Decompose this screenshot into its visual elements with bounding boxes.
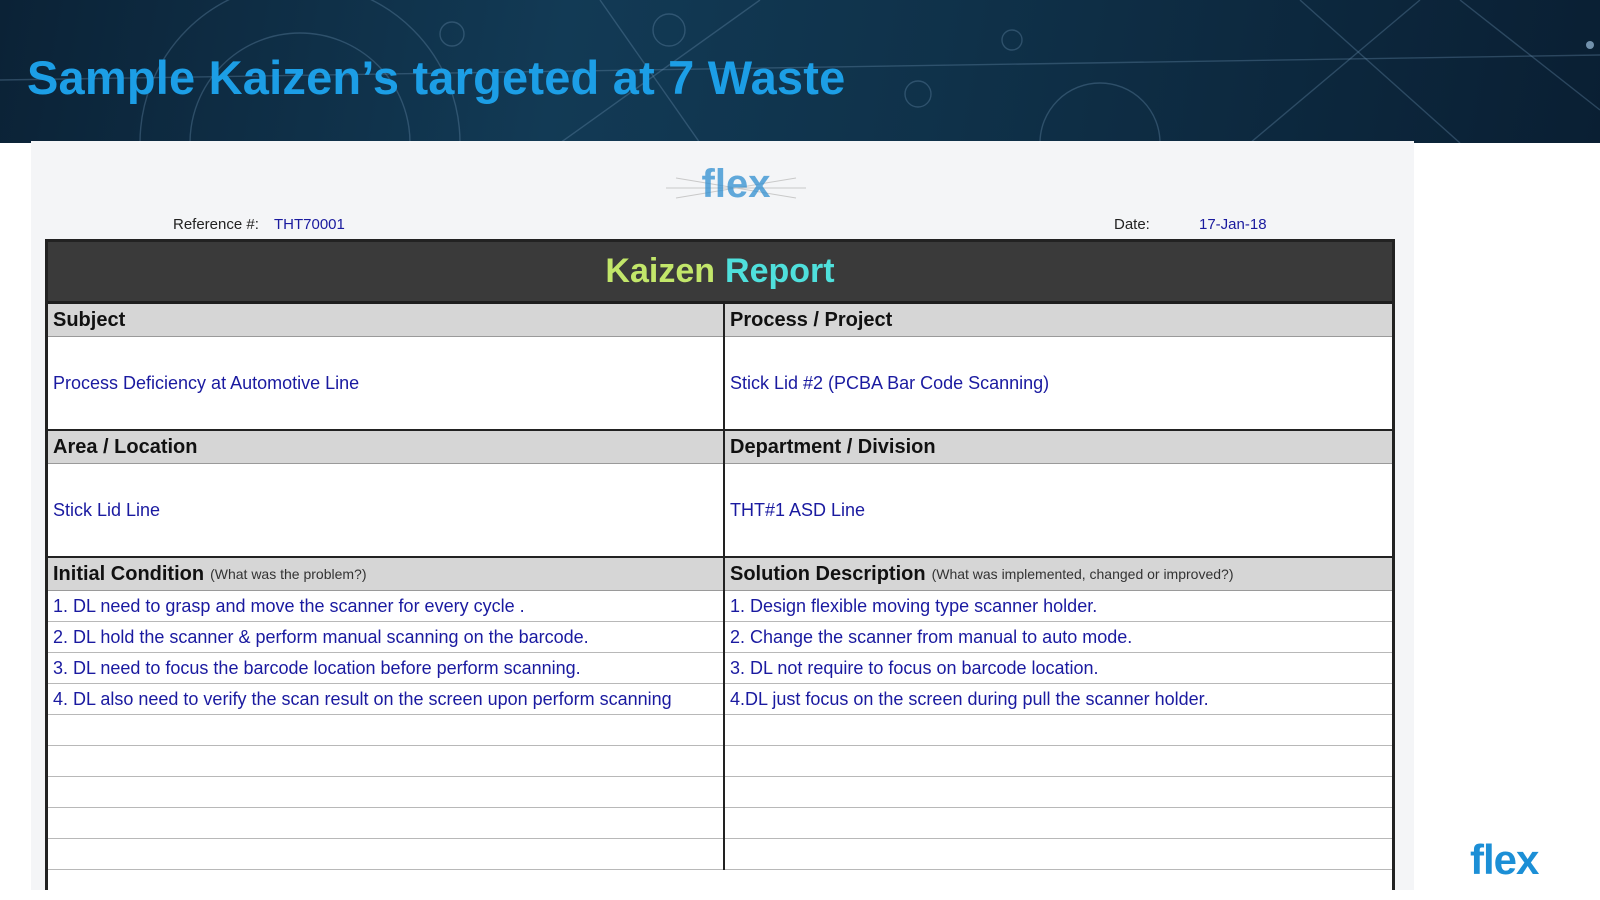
kaizen-report-table: Kaizen Report Subject Process Deficiency… (45, 239, 1395, 890)
solution-description-row (725, 808, 1392, 839)
subject-process-section: Subject Process Deficiency at Automotive… (48, 304, 1392, 870)
report-title-word2: Report (725, 252, 835, 290)
reference-value: THT70001 (274, 216, 345, 233)
initial-condition-row: 4. DL also need to verify the scan resul… (48, 684, 723, 715)
initial-condition-row (48, 808, 723, 839)
initial-condition-hint: (What was the problem?) (210, 566, 367, 582)
solution-description-row (725, 746, 1392, 777)
initial-condition-row (48, 715, 723, 746)
initial-condition-row (48, 777, 723, 808)
report-title-word1: Kaizen (605, 252, 716, 290)
solution-description-row (725, 777, 1392, 808)
solution-description-header: Solution Description (What was implement… (725, 558, 1392, 591)
initial-condition-row: 1. DL need to grasp and move the scanner… (48, 591, 723, 622)
solution-description-row: 3. DL not require to focus on barcode lo… (725, 653, 1392, 684)
solution-description-label: Solution Description (730, 562, 926, 585)
process-cell: Process / Project Stick Lid #2 (PCBA Bar… (725, 304, 1392, 431)
initial-condition-row (48, 839, 723, 870)
department-label: Department / Division (725, 431, 1392, 464)
report-title: Kaizen Report (48, 242, 1392, 304)
kaizen-report-sheet: flex Reference #: THT70001 Date: 17-Jan-… (31, 141, 1414, 890)
department-cell: Department / Division THT#1 ASD Line (725, 431, 1392, 558)
date-value: 17-Jan-18 (1199, 216, 1267, 233)
area-value: Stick Lid Line (48, 464, 723, 558)
solution-description-row: 2. Change the scanner from manual to aut… (725, 622, 1392, 653)
slide-header-banner: Sample Kaizen’s targeted at 7 Waste (0, 0, 1600, 143)
subject-label: Subject (48, 304, 723, 337)
subject-cell: Subject Process Deficiency at Automotive… (48, 304, 725, 431)
initial-condition-label: Initial Condition (53, 562, 205, 585)
solution-description-row (725, 839, 1392, 870)
solution-description-row: 4.DL just focus on the screen during pul… (725, 684, 1392, 715)
initial-condition-column: Initial Condition (What was the problem?… (48, 558, 725, 870)
reference-label: Reference #: (173, 216, 259, 233)
flex-brand-logo: flex (1470, 836, 1539, 883)
initial-condition-row (48, 746, 723, 777)
date-label: Date: (1114, 216, 1150, 233)
initial-condition-header: Initial Condition (What was the problem?… (48, 558, 723, 591)
solution-description-row: 1. Design flexible moving type scanner h… (725, 591, 1392, 622)
flex-sheet-logo: flex (666, 162, 806, 206)
area-label: Area / Location (48, 431, 723, 464)
initial-condition-row: 2. DL hold the scanner & perform manual … (48, 622, 723, 653)
initial-condition-row: 3. DL need to focus the barcode location… (48, 653, 723, 684)
solution-description-hint: (What was implemented, changed or improv… (931, 566, 1234, 582)
sheet-logo-text: flex (702, 162, 771, 206)
process-value: Stick Lid #2 (PCBA Bar Code Scanning) (725, 337, 1392, 431)
department-value: THT#1 ASD Line (725, 464, 1392, 558)
area-cell: Area / Location Stick Lid Line (48, 431, 725, 558)
slide-title: Sample Kaizen’s targeted at 7 Waste (27, 51, 846, 104)
process-label: Process / Project (725, 304, 1392, 337)
subject-value: Process Deficiency at Automotive Line (48, 337, 723, 431)
solution-description-column: Solution Description (What was implement… (725, 558, 1392, 870)
solution-description-row (725, 715, 1392, 746)
